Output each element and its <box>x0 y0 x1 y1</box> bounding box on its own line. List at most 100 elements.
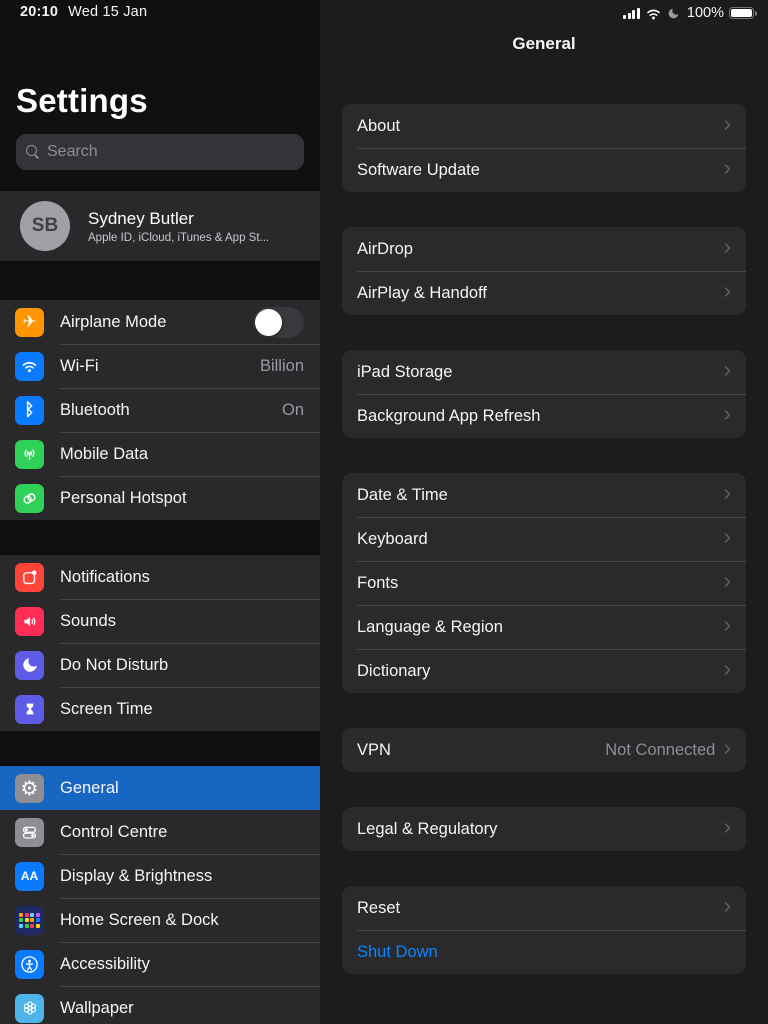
row-about[interactable]: About <box>342 104 746 148</box>
battery-icon <box>729 7 757 19</box>
sidebar-item-accessibility[interactable]: Accessibility <box>0 942 320 986</box>
sidebar-item-label: Mobile Data <box>60 444 149 463</box>
sidebar-item-label: Home Screen & Dock <box>60 910 219 929</box>
page-title: Settings <box>16 82 148 119</box>
row-legal-regulatory[interactable]: Legal & Regulatory <box>342 807 746 851</box>
sidebar-item-mobile-data[interactable]: Mobile Data <box>0 432 320 476</box>
shut-down-button[interactable]: Shut Down <box>357 943 438 962</box>
text-size-icon <box>15 861 44 891</box>
row-label: Keyboard <box>357 529 428 548</box>
row-airdrop[interactable]: AirDrop <box>342 227 746 271</box>
sidebar-item-label: Notifications <box>60 567 150 586</box>
row-dictionary[interactable]: Dictionary <box>342 649 746 693</box>
bluetooth-status-value: On <box>281 400 304 419</box>
chevron-right-icon <box>723 237 731 261</box>
row-software-update[interactable]: Software Update <box>342 148 746 192</box>
row-label: Fonts <box>357 573 399 592</box>
airplane-icon <box>15 307 44 337</box>
sidebar-item-general[interactable]: General <box>0 766 320 810</box>
row-reset[interactable]: Reset <box>342 886 746 930</box>
row-date-time[interactable]: Date & Time <box>342 473 746 517</box>
airplane-mode-toggle[interactable] <box>253 306 304 338</box>
card-locale: Date & Time Keyboard Fonts Language & Re… <box>342 473 746 693</box>
row-label: Language & Region <box>357 617 503 636</box>
profile-subtitle: Apple ID, iCloud, iTunes & App St... <box>88 231 270 244</box>
card-airdrop: AirDrop AirPlay & Handoff <box>342 227 746 315</box>
row-label: Legal & Regulatory <box>357 819 498 838</box>
sidebar-item-label: Control Centre <box>60 822 168 841</box>
sidebar-item-wifi[interactable]: Wi-Fi Billion <box>0 344 320 388</box>
sidebar-item-display-brightness[interactable]: Display & Brightness <box>0 854 320 898</box>
apple-id-profile[interactable]: SB Sydney Butler Apple ID, iCloud, iTune… <box>0 191 320 261</box>
status-bar-left: 20:10 Wed 15 Jan <box>20 4 147 20</box>
row-language-region[interactable]: Language & Region <box>342 605 746 649</box>
row-label: Software Update <box>357 160 480 179</box>
moon-icon <box>667 7 680 20</box>
sidebar-item-bluetooth[interactable]: Bluetooth On <box>0 388 320 432</box>
ipad-settings-screen: 20:10 Wed 15 Jan Settings SB Sydney Butle… <box>0 0 768 1024</box>
chevron-right-icon <box>723 817 731 841</box>
row-fonts[interactable]: Fonts <box>342 561 746 605</box>
chevron-right-icon <box>723 896 731 920</box>
sidebar-item-notifications[interactable]: Notifications <box>0 555 320 599</box>
row-label: VPN <box>357 740 391 759</box>
chevron-right-icon <box>723 738 731 762</box>
detail-title: General <box>512 34 576 53</box>
sidebar-item-label: Wallpaper <box>60 998 134 1017</box>
status-date: Wed 15 Jan <box>68 4 148 20</box>
row-vpn[interactable]: VPN Not Connected <box>342 728 746 772</box>
row-background-app-refresh[interactable]: Background App Refresh <box>342 394 746 438</box>
status-bar-right: 100% <box>623 5 757 21</box>
sidebar-item-airplane-mode[interactable]: Airplane Mode <box>0 300 320 344</box>
toggle-knob <box>255 308 282 336</box>
sidebar-item-label: Airplane Mode <box>60 312 167 331</box>
card-about: About Software Update <box>342 104 746 192</box>
row-keyboard[interactable]: Keyboard <box>342 517 746 561</box>
sidebar-item-personal-hotspot[interactable]: Personal Hotspot <box>0 476 320 520</box>
vpn-status-value: Not Connected <box>605 740 716 759</box>
sidebar-item-home-screen-dock[interactable]: Home Screen & Dock <box>0 898 320 942</box>
row-label: AirPlay & Handoff <box>357 283 487 302</box>
card-storage: iPad Storage Background App Refresh <box>342 350 746 438</box>
row-shut-down[interactable]: Shut Down <box>342 930 746 974</box>
app-grid-icon <box>15 905 44 935</box>
sidebar-item-label: Display & Brightness <box>60 866 213 885</box>
accessibility-figure-icon <box>15 949 44 979</box>
mobile-data-antenna-icon <box>15 439 44 469</box>
row-ipad-storage[interactable]: iPad Storage <box>342 350 746 394</box>
sidebar-item-control-centre[interactable]: Control Centre <box>0 810 320 854</box>
sidebar-item-do-not-disturb[interactable]: Do Not Disturb <box>0 643 320 687</box>
sidebar-item-label: Wi-Fi <box>60 356 99 375</box>
row-label: Background App Refresh <box>357 406 541 425</box>
search-input[interactable] <box>47 143 294 161</box>
sidebar-item-sounds[interactable]: Sounds <box>0 599 320 643</box>
sidebar-item-wallpaper[interactable]: Wallpaper <box>0 986 320 1024</box>
chevron-right-icon <box>723 114 731 138</box>
wifi-icon <box>15 351 44 381</box>
cellular-signal-icon <box>623 7 640 19</box>
sidebar-item-screen-time[interactable]: Screen Time <box>0 687 320 731</box>
sidebar-item-label: Bluetooth <box>60 400 130 419</box>
chevron-right-icon <box>723 360 731 384</box>
profile-info: Sydney Butler Apple ID, iCloud, iTunes &… <box>88 209 269 244</box>
chevron-right-icon <box>723 158 731 182</box>
sidebar-item-label: General <box>60 778 119 797</box>
hourglass-icon <box>15 694 44 724</box>
wifi-network-value: Billion <box>259 356 304 375</box>
sidebar-item-label: Personal Hotspot <box>60 488 187 507</box>
row-label: Reset <box>357 898 401 917</box>
chevron-right-icon <box>723 571 731 595</box>
row-label: About <box>357 116 401 135</box>
status-time: 20:10 <box>20 4 59 20</box>
chevron-right-icon <box>723 615 731 639</box>
hotspot-links-icon <box>15 483 44 513</box>
gear-icon <box>15 773 44 803</box>
settings-sidebar: 20:10 Wed 15 Jan Settings SB Sydney Butle… <box>0 0 320 1024</box>
search-field[interactable] <box>16 134 304 170</box>
row-airplay-handoff[interactable]: AirPlay & Handoff <box>342 271 746 315</box>
bluetooth-icon <box>15 395 44 425</box>
sidebar-item-label: Accessibility <box>60 954 150 973</box>
moon-icon <box>15 650 44 680</box>
row-label: iPad Storage <box>357 362 453 381</box>
sidebar-item-label: Sounds <box>60 611 116 630</box>
